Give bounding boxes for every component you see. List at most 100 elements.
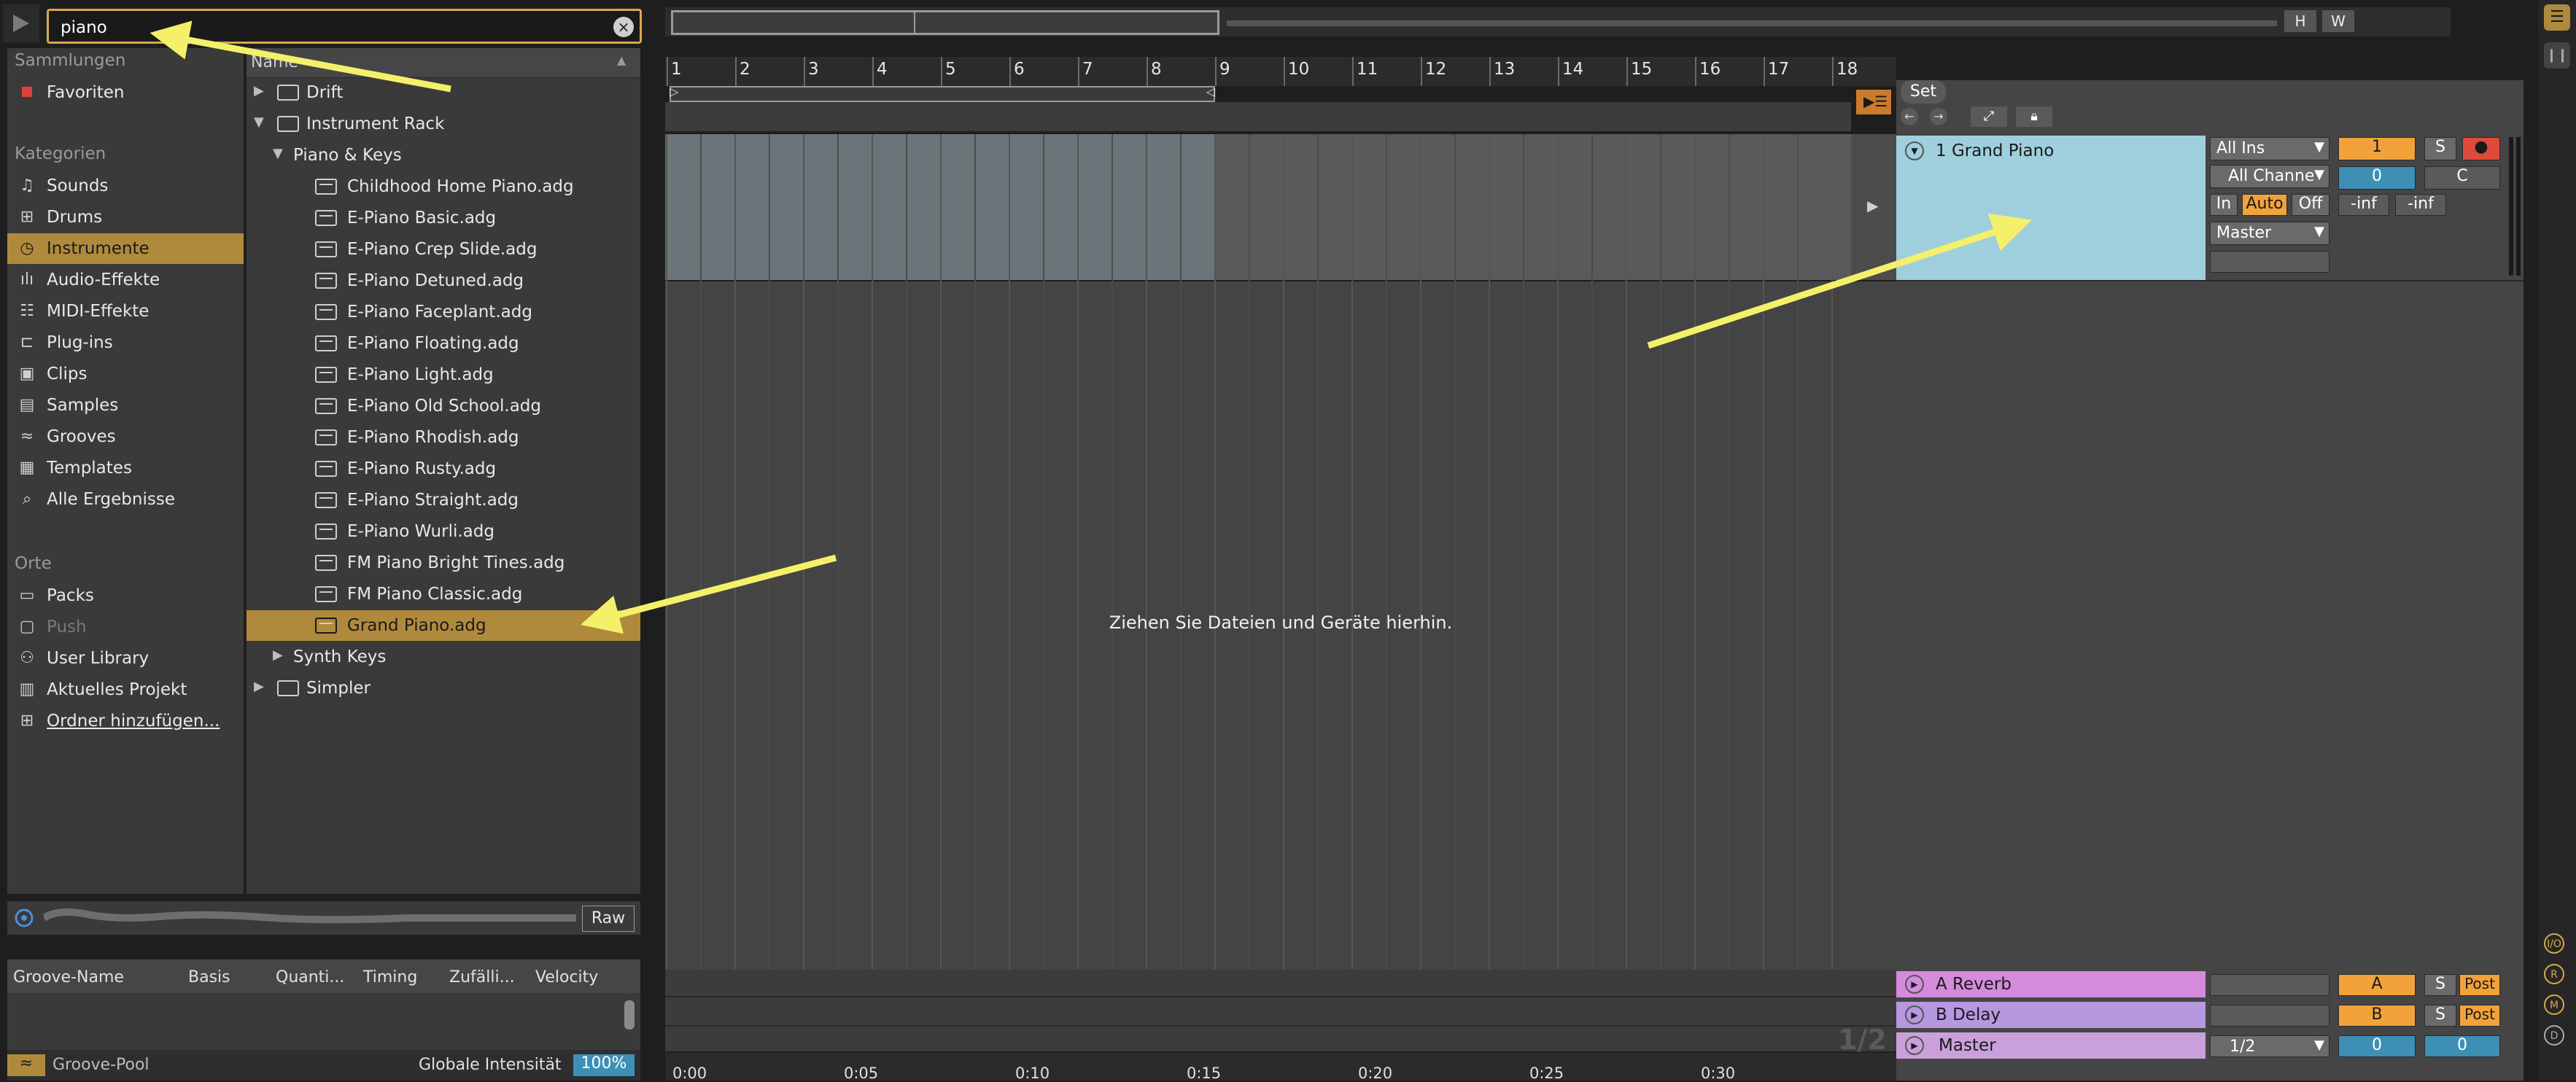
list-item[interactable]: E-Piano Rhodish.adg — [247, 422, 640, 453]
sidebar-item-grooves[interactable]: ≈ Grooves — [7, 421, 244, 452]
solo-button[interactable]: S — [2424, 137, 2456, 160]
list-item[interactable]: ▶ Simpler — [247, 673, 640, 704]
return-a-activator[interactable]: A — [2338, 974, 2416, 996]
expanded-triangle-icon[interactable]: ▼ — [254, 114, 264, 130]
master-volume-field[interactable]: 0 — [2338, 1035, 2416, 1057]
preview-toggle-icon[interactable] — [15, 908, 34, 927]
return-a-output-field[interactable] — [2210, 974, 2329, 996]
sidebar-item-samples[interactable]: ▤ Samples — [7, 390, 244, 421]
track-play-arrow-icon[interactable]: ▶ — [1867, 197, 1878, 214]
groove-wave-icon[interactable]: ≈ — [7, 1054, 45, 1076]
sidebar-item-favoriten[interactable]: Favoriten — [7, 77, 244, 108]
track-fold-icon[interactable]: ▼ — [1905, 141, 1924, 160]
track-header-b-delay[interactable]: ▶ B Delay — [1896, 1002, 2205, 1028]
expand-icon[interactable]: ⤢ — [1971, 106, 2007, 127]
output-channel-field[interactable] — [2210, 251, 2329, 273]
monitor-auto-button[interactable]: Auto — [2242, 194, 2287, 216]
track-play-circle-icon[interactable]: ▶ — [1905, 975, 1924, 994]
raw-toggle-button[interactable]: Raw — [582, 906, 635, 932]
search-input[interactable] — [59, 16, 602, 39]
track-header-grand-piano[interactable]: ▼ 1 Grand Piano — [1896, 136, 2205, 280]
master-pan-field[interactable]: 0 — [2424, 1035, 2500, 1057]
list-item[interactable]: Childhood Home Piano.adg — [247, 171, 640, 202]
sidebar-item-drums[interactable]: ⊞ Drums — [7, 202, 244, 233]
list-item[interactable]: E-Piano Rusty.adg — [247, 454, 640, 484]
overview-viewport[interactable] — [671, 10, 1219, 35]
preview-play-button[interactable] — [3, 4, 39, 42]
delay-toggle-icon[interactable]: D — [2544, 1025, 2564, 1046]
bar-ruler[interactable]: 1 2 3 4 5 6 7 8 9 10 11 12 13 14 15 16 17 18 — [665, 57, 1896, 86]
return-b-activator[interactable]: B — [2338, 1005, 2416, 1027]
sort-up-icon[interactable]: ▲ — [617, 53, 626, 67]
sidebar-item-midi-effekte[interactable]: ☷ MIDI-Effekte — [7, 296, 244, 327]
browser-search-field[interactable]: × — [47, 9, 642, 44]
return-b-post-button[interactable]: Post — [2459, 1005, 2500, 1027]
groove-scrollbar[interactable] — [624, 1000, 635, 1030]
output-select[interactable]: Master ▼ — [2210, 222, 2329, 245]
list-item[interactable]: E-Piano Faceplant.adg — [247, 297, 640, 327]
fit-width-button[interactable]: W — [2322, 10, 2354, 32]
list-item[interactable]: E-Piano Basic.adg — [247, 203, 640, 233]
collapsed-triangle-icon[interactable]: ▶ — [254, 679, 264, 694]
track-play-circle-icon[interactable]: ▶ — [1905, 1005, 1924, 1024]
loop-brace[interactable]: ▷ ◁ — [670, 85, 1215, 102]
previous-locator-icon[interactable]: ← — [1901, 108, 1918, 125]
time-ruler[interactable]: 0:00 0:05 0:10 0:15 0:20 0:25 0:30 — [665, 1053, 1896, 1082]
returns-toggle-icon[interactable]: R — [2544, 964, 2564, 984]
volume-field[interactable]: 0 — [2338, 166, 2416, 190]
next-locator-icon[interactable]: → — [1930, 108, 1947, 125]
list-item[interactable]: ▼ Piano & Keys — [247, 140, 640, 171]
sidebar-item-instrumente[interactable]: ◷ Instrumente — [7, 233, 244, 264]
return-b-output-field[interactable] — [2210, 1005, 2329, 1027]
sidebar-item-sounds[interactable]: ♫ Sounds — [7, 171, 244, 201]
loop-start-marker[interactable]: ▷ — [670, 85, 678, 98]
monitor-in-button[interactable]: In — [2210, 194, 2238, 216]
pause-icon[interactable]: ❙❙ — [2544, 42, 2570, 69]
list-item[interactable]: E-Piano Floating.adg — [247, 328, 640, 359]
expanded-triangle-icon[interactable]: ▼ — [273, 146, 283, 161]
collapsed-triangle-icon[interactable]: ▶ — [254, 83, 264, 98]
track-play-circle-icon[interactable]: ▶ — [1905, 1036, 1924, 1055]
sidebar-item-user-library[interactable]: ⚇ User Library — [7, 643, 244, 674]
return-a-post-button[interactable]: Post — [2459, 974, 2500, 996]
sidebar-item-templates[interactable]: ▦ Templates — [7, 453, 244, 483]
return-a-solo[interactable]: S — [2424, 974, 2456, 996]
fit-height-button[interactable]: H — [2284, 10, 2316, 32]
sidebar-item-clips[interactable]: ▣ Clips — [7, 359, 244, 389]
list-header[interactable]: Name ▲ — [247, 48, 640, 78]
sidebar-item-push[interactable]: ▢ Push — [7, 612, 244, 642]
list-item[interactable]: FM Piano Classic.adg — [247, 579, 640, 610]
list-item[interactable]: E-Piano Crep Slide.adg — [247, 234, 640, 265]
list-item[interactable]: FM Piano Bright Tines.adg — [247, 548, 640, 578]
io-toggle-icon[interactable]: I/O — [2544, 933, 2564, 954]
list-item[interactable]: E-Piano Straight.adg — [247, 485, 640, 515]
sidebar-item-ordner-hinzufuegen[interactable]: ⊞ Ordner hinzufügen... — [7, 706, 244, 736]
set-button[interactable]: Set — [1901, 80, 1946, 104]
list-item[interactable]: E-Piano Detuned.adg — [247, 265, 640, 296]
menu-icon[interactable]: ☰ — [2544, 4, 2570, 31]
arrangement-record-toggle[interactable]: ▶☰ — [1855, 89, 1892, 115]
monitor-off-button[interactable]: Off — [2292, 194, 2329, 216]
sidebar-item-packs[interactable]: ▭ Packs — [7, 580, 244, 611]
list-item[interactable]: ▶ Synth Keys — [247, 642, 640, 672]
sidebar-item-audio-effekte[interactable]: ılı Audio-Effekte — [7, 265, 244, 295]
pan-field[interactable]: C — [2424, 166, 2500, 190]
return-b-solo[interactable]: S — [2424, 1005, 2456, 1027]
list-item[interactable]: ▼ Instrument Rack — [247, 109, 640, 139]
collapsed-triangle-icon[interactable]: ▶ — [273, 647, 283, 663]
list-item[interactable]: ▶ Drift — [247, 77, 640, 108]
sidebar-item-alle-ergebnisse[interactable]: ⌕ Alle Ergebnisse — [7, 484, 244, 515]
input-channel-select[interactable]: All Channe ▼ — [2210, 165, 2329, 188]
track-activator-button[interactable]: 1 — [2338, 137, 2416, 160]
list-item[interactable]: E-Piano Wurli.adg — [247, 516, 640, 547]
list-item[interactable]: Grand Piano.adg — [247, 610, 640, 641]
global-intensity-value[interactable]: 100% — [573, 1054, 635, 1076]
sidebar-item-aktuelles-projekt[interactable]: ▥ Aktuelles Projekt — [7, 674, 244, 705]
mixer-toggle-icon[interactable]: M — [2544, 995, 2564, 1015]
lock-icon[interactable]: 🔒︎ — [2016, 106, 2052, 127]
master-output-select[interactable]: 1/2 ▼ — [2210, 1035, 2329, 1057]
loop-end-marker[interactable]: ◁ — [1206, 85, 1215, 98]
list-item[interactable]: E-Piano Light.adg — [247, 359, 640, 390]
list-item[interactable]: E-Piano Old School.adg — [247, 391, 640, 421]
sidebar-item-plug-ins[interactable]: ⊏ Plug-ins — [7, 327, 244, 358]
